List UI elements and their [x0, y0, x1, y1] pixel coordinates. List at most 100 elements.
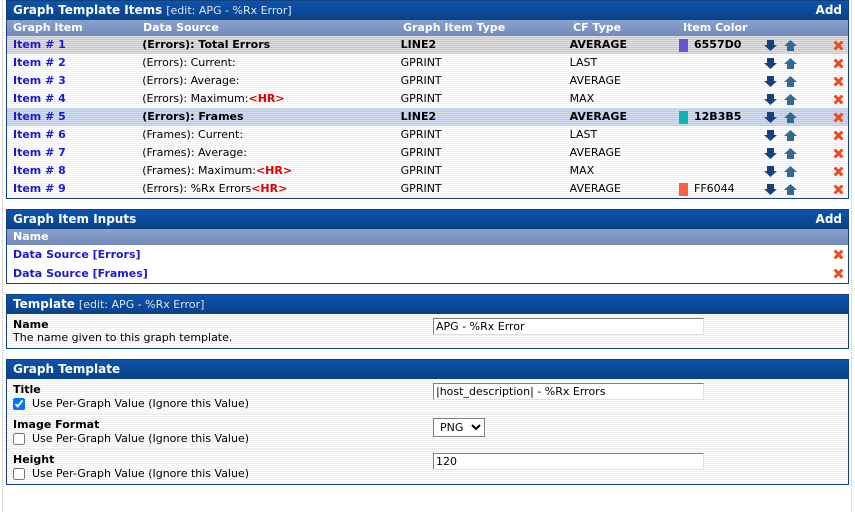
arrow-down-icon[interactable]	[764, 93, 778, 106]
row-data-source-cell: (Frames): Current:	[136, 126, 394, 144]
row-delete-cell	[828, 90, 848, 108]
per-graph-value-checkbox[interactable]	[13, 397, 25, 410]
graph-template-height-input[interactable]	[433, 453, 704, 470]
delete-icon[interactable]	[833, 148, 844, 159]
row-data-source-cell: (Frames): Maximum: <HR>	[136, 162, 394, 180]
graph-item-link[interactable]: Item # 1	[13, 36, 66, 54]
field-label-column: Title Use Per-Graph Value (Ignore this Va…	[7, 379, 427, 414]
field-label-column: Height Use Per-Graph Value (Ignore this V…	[7, 449, 427, 484]
graph-item-inputs-body: Data Source [Errors] Data Source [Frames]	[7, 245, 848, 283]
color-swatch	[679, 182, 688, 196]
column-header-item-color: Item Color	[683, 21, 748, 34]
arrow-up-icon[interactable]	[784, 147, 798, 160]
per-graph-value-label: Use Per-Graph Value (Ignore this Value)	[32, 432, 250, 445]
column-header-data-source: Data Source	[143, 21, 219, 34]
row-item-color-cell: FF6044	[673, 180, 760, 198]
cacti-graph-template-page: Graph Template Items [edit: APG - %Rx Er…	[0, 0, 855, 512]
delete-icon[interactable]	[833, 130, 844, 141]
arrow-down-icon[interactable]	[764, 183, 778, 196]
delete-icon[interactable]	[833, 94, 844, 105]
arrow-down-icon[interactable]	[764, 147, 778, 160]
row-item-color-cell: 12B3B5	[673, 108, 760, 126]
row-data-source-cell: (Errors): Current:	[136, 54, 394, 72]
row-graph-item-type-cell: GPRINT	[400, 146, 442, 159]
graph-template-items-add-link[interactable]: Add	[816, 1, 842, 20]
template-titlebar: Template [edit: APG - %Rx Error]	[7, 295, 848, 314]
per-graph-value-checkbox-row[interactable]: Use Per-Graph Value (Ignore this Value)	[13, 432, 427, 445]
field-label: Image Format	[13, 418, 100, 431]
graph-item-link[interactable]: Item # 8	[13, 162, 66, 180]
row-data-source-cell: (Frames): Average:	[136, 144, 394, 162]
delete-icon[interactable]	[833, 58, 844, 69]
per-graph-value-checkbox-row[interactable]: Use Per-Graph Value (Ignore this Value)	[13, 397, 427, 410]
arrow-up-icon[interactable]	[784, 75, 798, 88]
page-content: Graph Template Items [edit: APG - %Rx Er…	[6, 0, 849, 512]
row-graph-item-type-cell: GPRINT	[400, 128, 442, 141]
graph-template-items-panel: Graph Template Items [edit: APG - %Rx Er…	[6, 0, 849, 199]
row-graph-item-cell: Item # 1	[7, 36, 136, 54]
graph-template-title: Graph Template	[13, 362, 121, 376]
per-graph-value-checkbox[interactable]	[13, 467, 25, 480]
input-name-cell: Data Source [Frames]	[7, 264, 828, 283]
image-format-select[interactable]: PNGGIFJPEG	[433, 418, 485, 437]
row-graph-item-cell: Item # 4	[7, 90, 136, 108]
arrow-up-icon[interactable]	[784, 165, 798, 178]
row-graph-item-cell: Item # 2	[7, 54, 136, 72]
arrow-down-icon[interactable]	[764, 129, 778, 142]
graph-item-link[interactable]: Item # 5	[13, 108, 66, 126]
delete-icon[interactable]	[833, 268, 844, 279]
graph-item-inputs-add-link[interactable]: Add	[816, 210, 842, 229]
row-item-color-cell	[673, 72, 760, 90]
graph-template-title-input[interactable]	[433, 383, 704, 400]
delete-icon[interactable]	[833, 249, 844, 260]
arrow-up-icon[interactable]	[784, 129, 798, 142]
row-graph-item-type-cell: GPRINT	[400, 56, 442, 69]
template-name-input[interactable]	[433, 318, 704, 335]
graph-item-input-link[interactable]: Data Source [Errors]	[13, 248, 141, 261]
arrow-down-icon[interactable]	[764, 75, 778, 88]
row-item-color-cell: 6557D0	[673, 36, 760, 54]
per-graph-value-checkbox-row[interactable]: Use Per-Graph Value (Ignore this Value)	[13, 467, 427, 480]
graph-template-titlebar: Graph Template	[7, 360, 848, 379]
table-row: Item # 1 (Errors): Total Errors LINE2 AVERA…	[7, 36, 848, 54]
delete-icon[interactable]	[833, 40, 844, 51]
delete-icon[interactable]	[833, 166, 844, 177]
delete-icon[interactable]	[833, 76, 844, 87]
row-item-color-cell	[673, 162, 760, 180]
row-cf-type-cell: MAX	[569, 92, 595, 105]
field-control-column: PNGGIFJPEG	[427, 414, 848, 441]
graph-item-link[interactable]: Item # 6	[13, 126, 66, 144]
graph-item-link[interactable]: Item # 9	[13, 180, 66, 198]
row-reorder-cell	[760, 108, 822, 126]
row-delete-cell	[828, 162, 848, 180]
graph-item-link[interactable]: Item # 4	[13, 90, 66, 108]
arrow-up-icon[interactable]	[784, 111, 798, 124]
arrow-down-icon[interactable]	[764, 165, 778, 178]
template-name-labelcol: Name The name given to this graph templa…	[7, 314, 427, 348]
template-name-fieldcol	[427, 314, 848, 339]
arrow-up-icon[interactable]	[784, 183, 798, 196]
graph-item-inputs-column-header: Name	[7, 229, 848, 245]
arrow-up-icon[interactable]	[784, 93, 798, 106]
column-header-delete	[827, 20, 847, 36]
arrow-down-icon[interactable]	[764, 111, 778, 124]
arrow-down-icon[interactable]	[764, 39, 778, 52]
delete-icon[interactable]	[833, 112, 844, 123]
arrow-up-icon[interactable]	[784, 57, 798, 70]
arrow-up-icon[interactable]	[784, 39, 798, 52]
row-data-source-cell: (Errors): Frames	[136, 108, 394, 126]
arrow-down-icon[interactable]	[764, 57, 778, 70]
per-graph-value-checkbox[interactable]	[13, 432, 25, 445]
graph-item-input-link[interactable]: Data Source [Frames]	[13, 267, 148, 280]
delete-icon[interactable]	[833, 184, 844, 195]
input-delete-cell	[828, 268, 848, 279]
table-row: Item # 3 (Errors): Average: GPRINT AVERAGE	[7, 72, 848, 90]
hr-tag-text: <HR>	[251, 182, 288, 195]
graph-item-link[interactable]: Item # 7	[13, 144, 66, 162]
row-cf-type-cell: LAST	[569, 128, 598, 141]
table-row: Item # 7 (Frames): Average: GPRINT AVERAGE	[7, 144, 848, 162]
graph-item-link[interactable]: Item # 3	[13, 72, 66, 90]
color-swatch	[679, 110, 688, 124]
graph-item-link[interactable]: Item # 2	[13, 54, 66, 72]
table-row: Item # 9 (Errors): %Rx Errors <HR> GPRINT AV…	[7, 180, 848, 198]
